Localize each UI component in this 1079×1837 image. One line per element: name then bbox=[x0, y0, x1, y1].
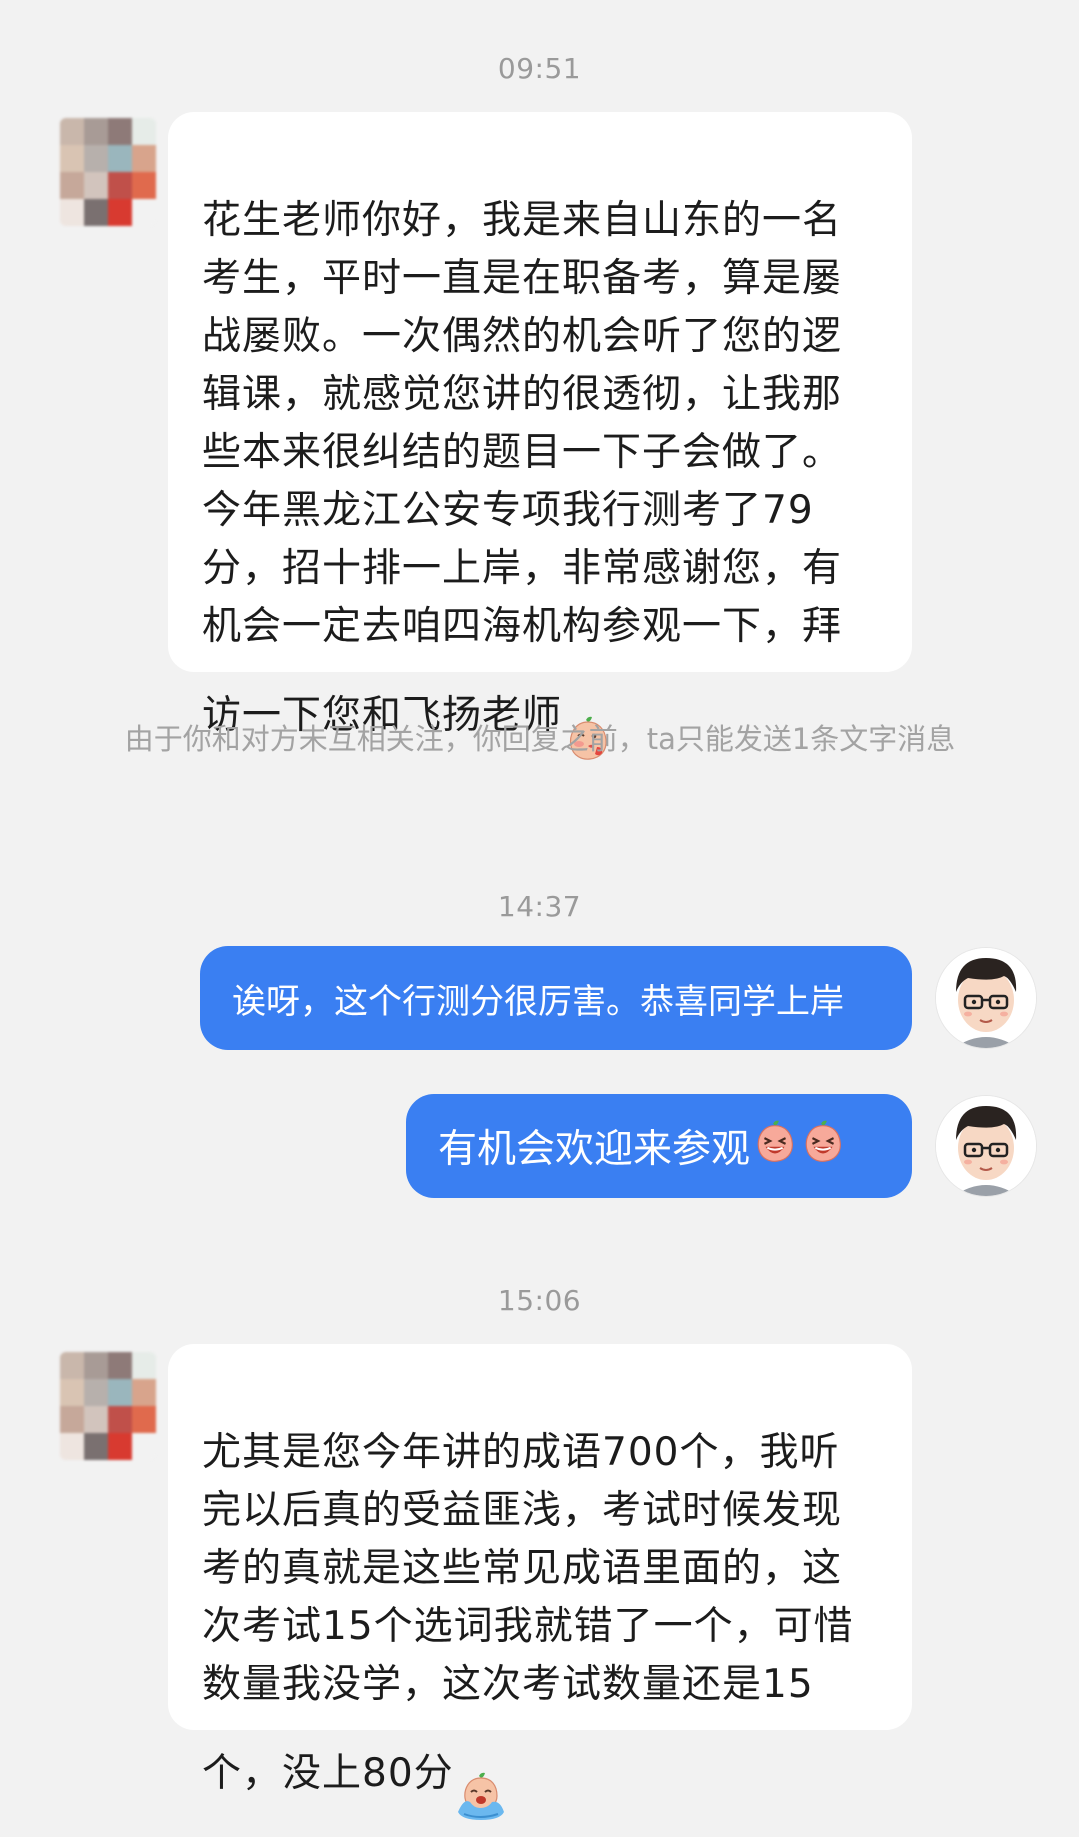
laughing-peach-emoji bbox=[752, 1118, 798, 1174]
timestamp: 09:51 bbox=[497, 52, 582, 85]
incoming-message-bubble[interactable]: 花生老师你好，我是来自山东的一名 考生，平时一直是在职备考，算是屡 战屡败。一次… bbox=[168, 112, 912, 760]
follow-restriction-notice: 由于你和对方未互相关注，你回复之前，ta只能发送1条文字消息 bbox=[124, 722, 956, 756]
message-text: 花生老师你好，我是来自山东的一名 考生，平时一直是在职备考，算是屡 战屡败。一次… bbox=[202, 198, 843, 738]
message-text: 有机会欢迎来参观 bbox=[438, 1127, 751, 1172]
teacher-avatar[interactable] bbox=[936, 948, 1036, 1048]
outgoing-message-bubble[interactable]: 有机会欢迎来参观 bbox=[406, 1094, 912, 1198]
timestamp: 14:37 bbox=[497, 890, 582, 923]
teacher-avatar[interactable] bbox=[936, 1096, 1036, 1196]
laughing-peach-emoji bbox=[800, 1118, 846, 1174]
incoming-message-bubble[interactable]: 尤其是您今年讲的成语700个，我听 完以后真的受益匪浅，考试时候发现 考的真就是… bbox=[168, 1344, 912, 1820]
crying-peach-emoji bbox=[456, 1714, 506, 1837]
message-text: 尤其是您今年讲的成语700个，我听 完以后真的受益匪浅，考试时候发现 考的真就是… bbox=[202, 1430, 854, 1796]
student-avatar[interactable] bbox=[60, 118, 156, 226]
timestamp: 15:06 bbox=[497, 1284, 582, 1317]
outgoing-message-bubble[interactable]: 诶呀，这个行测分很厉害。恭喜同学上岸 bbox=[200, 946, 912, 1050]
message-text: 诶呀，这个行测分很厉害。恭喜同学上岸 bbox=[232, 981, 844, 1022]
student-avatar[interactable] bbox=[60, 1352, 156, 1460]
blushing-peach-emoji bbox=[564, 656, 612, 779]
